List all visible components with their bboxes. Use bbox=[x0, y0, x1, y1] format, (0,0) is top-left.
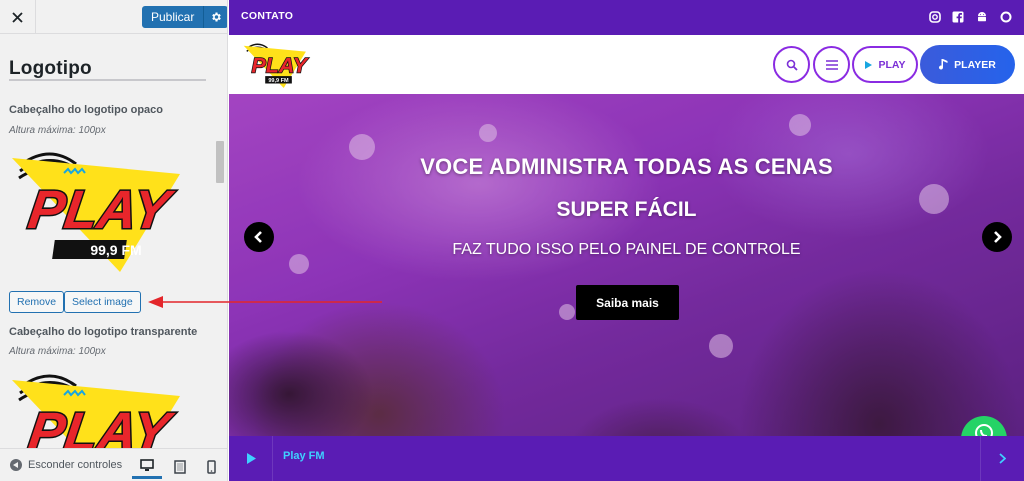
chevron-right-icon bbox=[999, 453, 1006, 464]
player-play-button[interactable] bbox=[229, 436, 273, 481]
remove-logo-button[interactable]: Remove bbox=[9, 291, 65, 313]
hamburger-icon bbox=[825, 59, 838, 70]
facebook-icon[interactable] bbox=[951, 10, 964, 23]
preview-desktop-button[interactable] bbox=[132, 455, 162, 479]
hero-slider: VOCE ADMINISTRA TODAS AS CENAS SUPER FÁC… bbox=[229, 94, 1024, 436]
tablet-icon bbox=[174, 460, 186, 474]
hero-subtitle: FAZ TUDO ISSO PELO PAINEL DE CONTROLE bbox=[452, 241, 801, 258]
select-image-button[interactable]: Select image bbox=[64, 291, 141, 313]
slider-next-button[interactable] bbox=[982, 222, 1012, 252]
header-logo-frequency: 99,9 FM bbox=[268, 78, 289, 84]
hero-title-line2: SUPER FÁCIL bbox=[556, 198, 697, 221]
section-title-divider bbox=[9, 79, 206, 81]
preview-mobile-button[interactable] bbox=[196, 455, 226, 479]
customizer-sidebar: Publicar Logotipo Cabeçalho do logotipo … bbox=[0, 0, 228, 481]
mobile-icon bbox=[206, 460, 216, 474]
music-note-icon bbox=[939, 58, 948, 70]
play-fm-logo-small: PLAY 99,9 FM bbox=[243, 43, 310, 88]
collapse-icon bbox=[10, 459, 22, 471]
circle-icon[interactable] bbox=[999, 10, 1012, 23]
preview-tablet-button[interactable] bbox=[165, 455, 195, 479]
slider-prev-button[interactable] bbox=[244, 222, 274, 252]
site-logo[interactable]: PLAY 99,9 FM bbox=[243, 41, 317, 89]
publish-group: Publicar bbox=[142, 6, 227, 28]
search-icon bbox=[786, 59, 798, 71]
header-logo-word: PLAY bbox=[251, 53, 308, 77]
opaque-logo-description: Altura máxima: 100px bbox=[9, 125, 106, 136]
search-button[interactable] bbox=[773, 46, 810, 83]
hero-title-line1: VOCE ADMINISTRA TODAS AS CENAS bbox=[420, 154, 833, 179]
publish-settings-button[interactable] bbox=[203, 6, 227, 28]
site-topbar: CONTATO bbox=[229, 0, 1024, 35]
scrollbar-thumb[interactable] bbox=[216, 141, 224, 183]
hero-cta-button[interactable]: Saiba mais bbox=[576, 285, 679, 320]
player-label: PLAYER bbox=[954, 58, 996, 71]
hero-overlay bbox=[229, 94, 1024, 436]
chevron-right-icon bbox=[994, 231, 1002, 243]
opaque-logo-label: Cabeçalho do logotipo opaco bbox=[9, 104, 163, 116]
play-icon bbox=[246, 453, 256, 464]
publish-button[interactable]: Publicar bbox=[142, 6, 204, 28]
play-fm-logo: PLAY 99,9 FM bbox=[12, 152, 180, 272]
logo-frequency: 99,9 FM bbox=[90, 242, 141, 258]
player-bar: Play FM bbox=[229, 436, 1024, 481]
hide-controls-button[interactable]: Esconder controles bbox=[10, 459, 122, 471]
site-header: PLAY 99,9 FM PLAY PLAYER bbox=[229, 35, 1024, 94]
transparent-logo-description: Altura máxima: 100px bbox=[9, 346, 106, 357]
logo-word-transparent: PLAY bbox=[25, 402, 178, 448]
whatsapp-icon bbox=[975, 424, 993, 436]
transparent-logo-preview[interactable]: PLAY bbox=[10, 368, 210, 448]
hide-controls-label: Esconder controles bbox=[28, 459, 123, 471]
station-name: Play FM bbox=[283, 450, 325, 462]
play-label: PLAY bbox=[878, 58, 906, 71]
play-icon bbox=[865, 60, 873, 69]
desktop-icon bbox=[140, 459, 154, 471]
sidebar-scrollbar[interactable] bbox=[216, 140, 224, 440]
site-preview: CONTATO PLAY 99,9 FM PLAY PLAYER VOCE AD… bbox=[229, 0, 1024, 481]
play-fm-logo-transparent: PLAY bbox=[12, 374, 180, 448]
section-title: Logotipo bbox=[9, 58, 92, 79]
android-icon[interactable] bbox=[975, 10, 988, 23]
instagram-icon[interactable] bbox=[928, 10, 941, 23]
annotation-arrow bbox=[148, 296, 382, 308]
contact-link[interactable]: CONTATO bbox=[241, 10, 293, 22]
logo-word: PLAY bbox=[25, 180, 178, 240]
player-expand-button[interactable] bbox=[980, 436, 1024, 481]
customizer-header: Publicar bbox=[0, 0, 227, 34]
menu-button[interactable] bbox=[813, 46, 850, 83]
chevron-left-icon bbox=[254, 231, 262, 243]
close-customizer-button[interactable] bbox=[0, 0, 36, 34]
customizer-footer: Esconder controles bbox=[0, 448, 227, 481]
close-icon bbox=[12, 11, 23, 23]
transparent-logo-label: Cabeçalho do logotipo transparente bbox=[9, 326, 198, 338]
play-button[interactable]: PLAY bbox=[852, 46, 918, 83]
gear-icon bbox=[212, 12, 222, 22]
player-button[interactable]: PLAYER bbox=[920, 45, 1015, 84]
opaque-logo-preview[interactable]: PLAY 99,9 FM bbox=[10, 146, 210, 274]
